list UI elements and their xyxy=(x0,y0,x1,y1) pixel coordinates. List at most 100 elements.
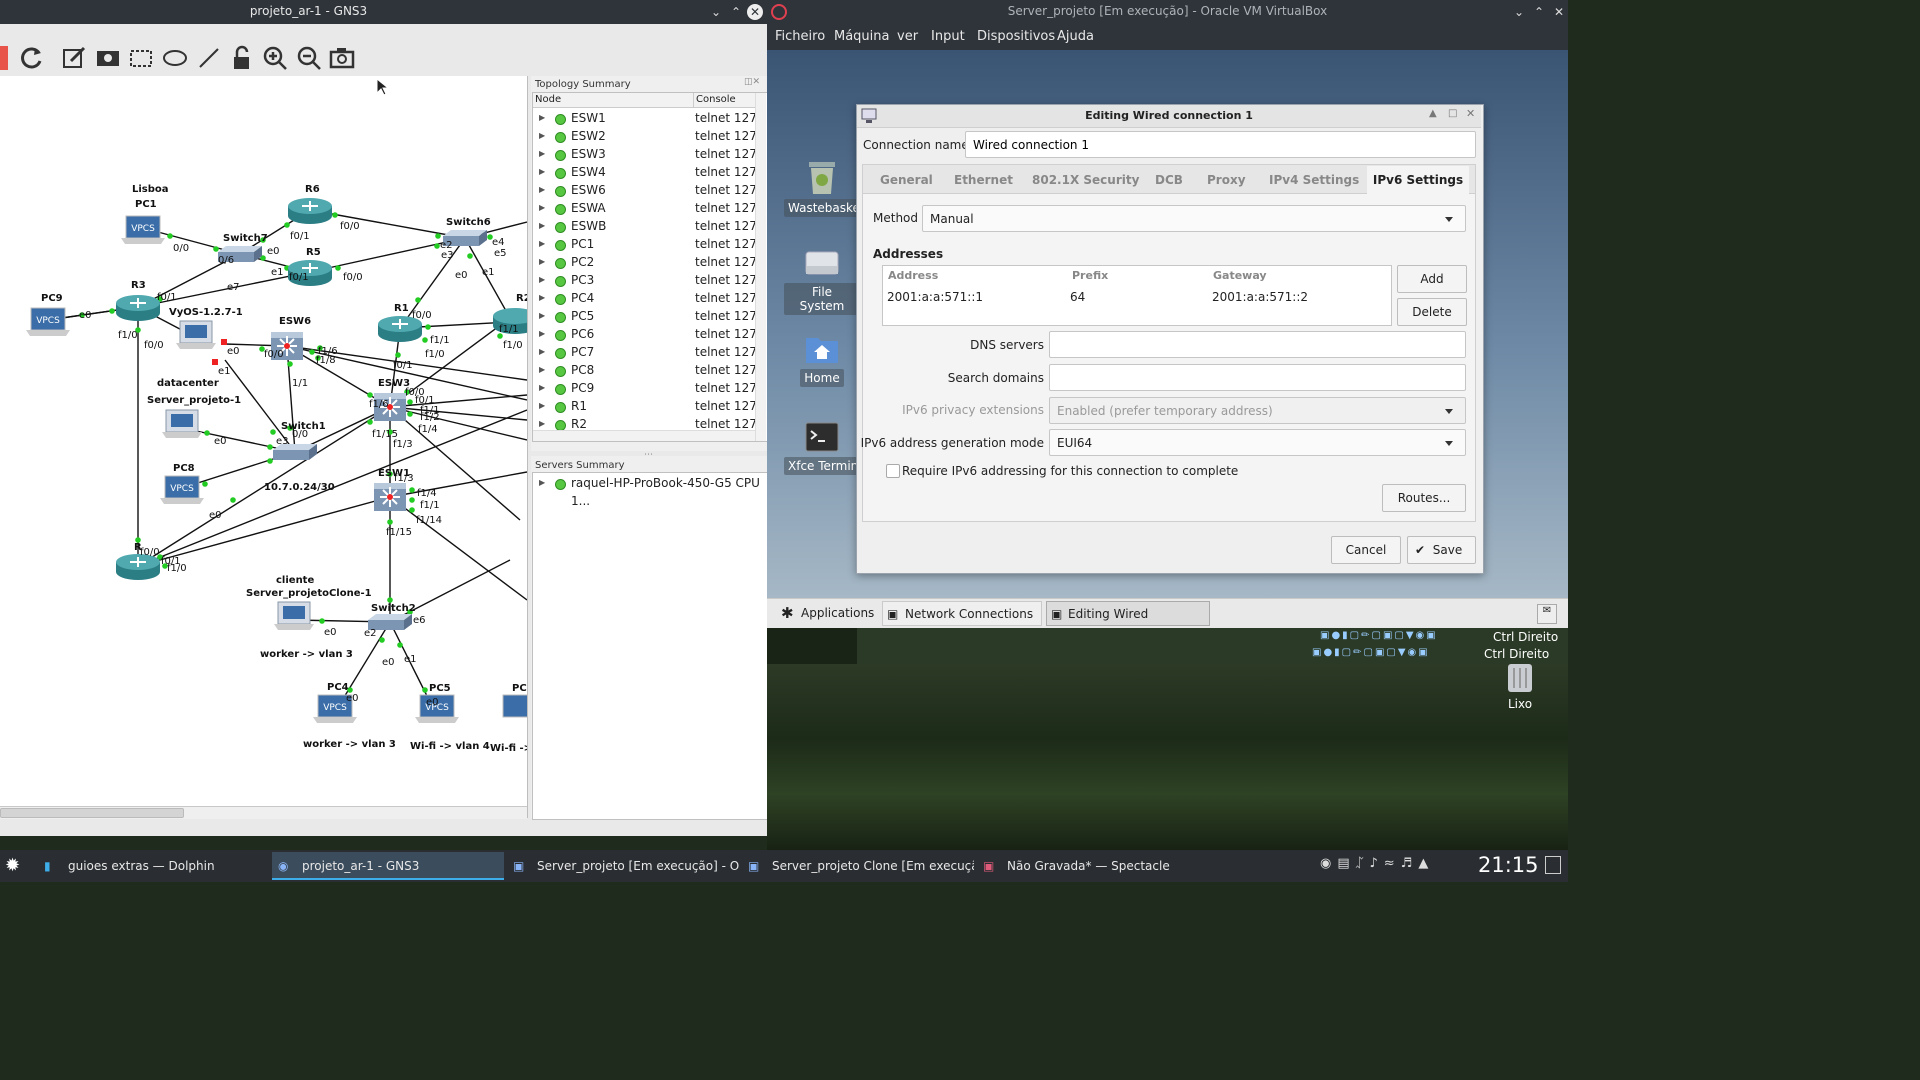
address-row[interactable]: 2001:a:a:571::1 64 2001:a:a:571::2 xyxy=(883,287,1391,307)
menu-ficheiro[interactable]: Ficheiro xyxy=(775,29,825,44)
topology-row[interactable]: ▶ R1 telnet 127.0 xyxy=(533,397,755,415)
topology-row[interactable]: ▶ PC3 telnet 127.0 xyxy=(533,271,755,289)
expand-arrow-icon[interactable]: ▶ xyxy=(539,217,545,235)
expand-arrow-icon[interactable]: ▶ xyxy=(539,361,545,379)
add-button[interactable]: Add xyxy=(1397,265,1467,293)
vb-minimize-icon[interactable]: ⌄ xyxy=(1510,3,1528,21)
topology-row[interactable]: ▶ PC4 telnet 127.0 xyxy=(533,289,755,307)
zoom-in-icon[interactable] xyxy=(261,44,289,72)
task-spectacle[interactable]: ▣ Não Gravada* — Spectacle xyxy=(977,852,1209,880)
topology-row[interactable]: ▶ PC2 telnet 127.0 xyxy=(533,253,755,271)
task-vbox-server[interactable]: ▣ Server_projeto [Em execução] - Ora... xyxy=(507,852,739,880)
col-console[interactable]: Console xyxy=(693,93,758,108)
topology-row[interactable]: ▶ PC8 telnet 127.0 xyxy=(533,361,755,379)
minimize-icon[interactable]: ⌄ xyxy=(707,3,725,21)
unlock-icon[interactable] xyxy=(228,44,256,72)
expand-arrow-icon[interactable]: ▶ xyxy=(539,253,545,271)
system-tray[interactable]: ◉▤ᛢ♪≈♬▲ xyxy=(1320,856,1470,876)
expand-arrow-icon[interactable]: ▶ xyxy=(539,307,545,325)
taskbar-editing-connection[interactable]: ▣ Editing Wired connectio... xyxy=(1046,601,1210,646)
gns3-titlebar[interactable]: projeto_ar-1 - GNS3 ⌄ ⌃ ✕ xyxy=(0,0,767,24)
expand-arrow-icon[interactable]: ▶ xyxy=(539,397,545,415)
vb-maximize-icon[interactable]: ⌃ xyxy=(1530,3,1548,21)
task-dolphin[interactable]: ▮ guioes extras — Dolphin xyxy=(38,852,268,880)
vpcs-icons[interactable]: VPCS VPCS VPCS VPCS VPCS xyxy=(26,215,527,723)
cancel-button[interactable]: Cancel xyxy=(1331,536,1401,564)
servers-summary-list[interactable]: ▶ raquel-HP-ProBook-450-G5 CPU 1... xyxy=(532,472,768,820)
expand-arrow-icon[interactable]: ▶ xyxy=(539,109,545,127)
dialog-close-icon[interactable]: ✕ xyxy=(1466,107,1475,120)
desktop-icon-wastebasket[interactable]: Wastebasket xyxy=(784,158,869,217)
topology-row[interactable]: ▶ ESW4 telnet 127.0 xyxy=(533,163,755,181)
expand-arrow-icon[interactable]: ▶ xyxy=(539,289,545,307)
topology-diagram[interactable]: VPCS VPCS VPCS VPCS VPCS Lisboa PC1 R6 R… xyxy=(0,76,527,806)
topology-row[interactable]: ▶ PC1 telnet 127.0 xyxy=(533,235,755,253)
menu-maquina[interactable]: Máquina xyxy=(834,29,890,44)
tab-ipv6-settings[interactable]: IPv6 Settings xyxy=(1367,166,1469,196)
topology-row[interactable]: ▶ ESW3 telnet 127.0 xyxy=(533,145,755,163)
close-icon[interactable]: ✕ xyxy=(747,4,763,20)
applications-menu[interactable]: ✱ Applications xyxy=(771,601,875,626)
canvas-scroll-thumb[interactable] xyxy=(0,808,184,818)
expand-arrow-icon[interactable]: ▶ xyxy=(539,163,545,181)
tab-ipv4-settings[interactable]: IPv4 Settings xyxy=(1269,166,1359,194)
task-gns3[interactable]: ◉ projeto_ar-1 - GNS3 xyxy=(272,852,504,880)
tab-proxy[interactable]: Proxy xyxy=(1207,166,1246,194)
prefix-value[interactable]: 64 xyxy=(1070,290,1085,304)
rectangle-icon[interactable] xyxy=(127,44,155,72)
dialog-shade-icon[interactable]: ▲ xyxy=(1429,108,1437,119)
taskbar-network-connections[interactable]: ▣ Network Connections xyxy=(882,601,1042,626)
topology-row[interactable]: ▶ ESWB telnet 127.0 xyxy=(533,217,755,235)
reload-icon[interactable] xyxy=(17,44,45,72)
genmode-select[interactable]: EUI64 xyxy=(1049,429,1466,456)
routes-button[interactable]: Routes... xyxy=(1382,484,1466,512)
launcher-icon[interactable]: ✹ xyxy=(5,855,20,876)
vb-status-icons-1[interactable]: ▣●▮▢✏▢▣▢▼◉▣ xyxy=(1320,630,1480,644)
dialog-maximize-icon[interactable]: □ xyxy=(1448,108,1457,119)
menu-dispositivos[interactable]: Dispositivos xyxy=(977,29,1055,44)
expand-arrow-icon[interactable]: ▶ xyxy=(539,271,545,289)
expand-arrow-icon[interactable]: ▶ xyxy=(539,474,545,492)
tab-ethernet[interactable]: Ethernet xyxy=(954,166,1013,194)
topology-row[interactable]: ▶ PC7 telnet 127.0 xyxy=(533,343,755,361)
task-vbox-clone[interactable]: ▣ Server_projeto Clone [Em execuçã... xyxy=(742,852,974,880)
method-select[interactable]: Manual xyxy=(922,205,1466,232)
show-desktop-icon[interactable] xyxy=(1545,856,1561,874)
virtualbox-titlebar[interactable]: Server_projeto [Em execução] - Oracle VM… xyxy=(767,0,1568,24)
topology-row[interactable]: ▶ ESW1 telnet 127.0 xyxy=(533,109,755,127)
dns-input[interactable] xyxy=(1049,331,1466,358)
ellipse-icon[interactable] xyxy=(161,44,189,72)
screenshot-icon[interactable] xyxy=(328,44,356,72)
menu-ajuda[interactable]: Ajuda xyxy=(1057,29,1094,44)
dialog-titlebar[interactable]: Editing Wired connection 1 ▲ □ ✕ xyxy=(857,105,1481,128)
topology-summary-table[interactable]: Node Console ▶ ESW1 telnet 127.0 ▶ ESW2 telne… xyxy=(532,92,768,442)
expand-arrow-icon[interactable]: ▶ xyxy=(539,343,545,361)
expand-arrow-icon[interactable]: ▶ xyxy=(539,181,545,199)
stop-icon[interactable] xyxy=(0,46,8,70)
gateway-value[interactable]: 2001:a:a:571::2 xyxy=(1212,290,1308,304)
tab-8021x-security[interactable]: 802.1X Security xyxy=(1032,166,1139,194)
dock-float-icon[interactable]: ◫✕ xyxy=(744,77,760,87)
desktop-icon-filesystem[interactable]: File System xyxy=(784,246,860,315)
delete-button[interactable]: Delete xyxy=(1397,298,1467,326)
menu-input[interactable]: Input xyxy=(931,29,965,44)
tab-general[interactable]: General xyxy=(880,166,933,194)
clock[interactable]: 21:15 xyxy=(1478,853,1539,877)
desktop-icon-home[interactable]: Home xyxy=(784,332,860,387)
topology-row[interactable]: ▶ ESWA telnet 127.0 xyxy=(533,199,755,217)
topology-row[interactable]: ▶ ESW6 telnet 127.0 xyxy=(533,181,755,199)
note-icon[interactable] xyxy=(60,44,88,72)
image-icon[interactable] xyxy=(94,44,122,72)
guest-tray-icon[interactable]: ✉ xyxy=(1537,604,1557,624)
expand-arrow-icon[interactable]: ▶ xyxy=(539,145,545,163)
expand-arrow-icon[interactable]: ▶ xyxy=(539,199,545,217)
topology-row[interactable]: ▶ ESW2 telnet 127.0 xyxy=(533,127,755,145)
topology-row[interactable]: ▶ PC9 telnet 127.0 xyxy=(533,379,755,397)
col-node[interactable]: Node xyxy=(533,93,695,108)
menu-ver[interactable]: ver xyxy=(897,29,918,44)
maximize-icon[interactable]: ⌃ xyxy=(727,3,745,21)
server-row[interactable]: ▶ raquel-HP-ProBook-450-G5 CPU 1... xyxy=(533,474,765,508)
topology-row[interactable]: ▶ PC6 telnet 127.0 xyxy=(533,325,755,343)
search-domains-input[interactable] xyxy=(1049,364,1466,391)
vb-status-icons-2[interactable]: ▣●▮▢✏▢▣▢▼◉▣ xyxy=(1312,647,1482,661)
